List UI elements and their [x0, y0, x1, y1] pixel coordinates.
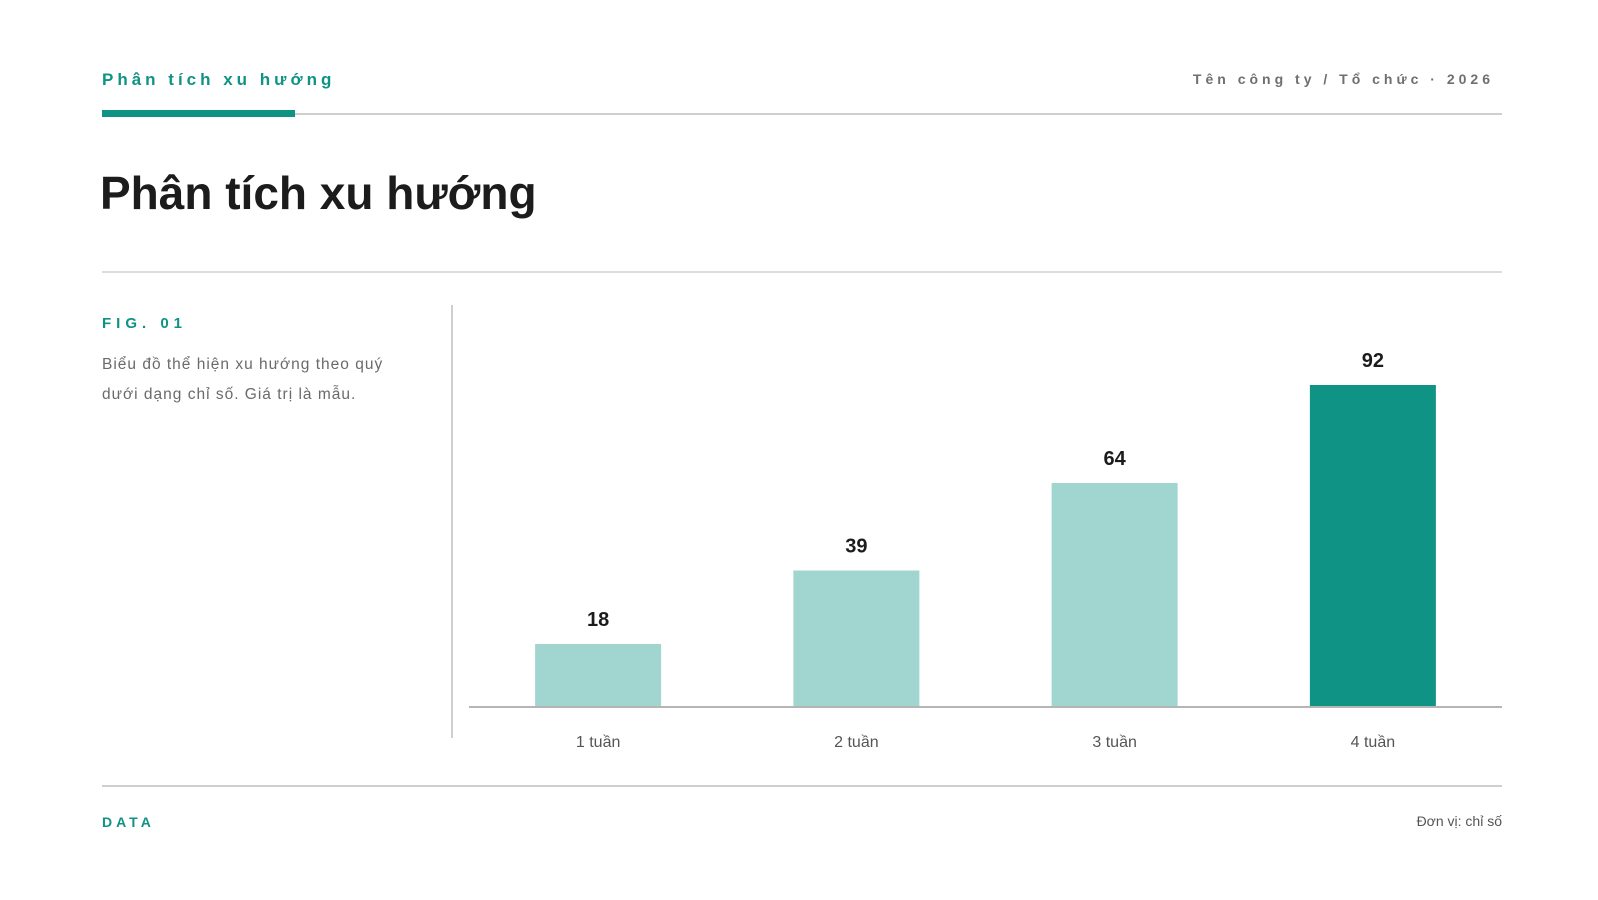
- bar-1: [535, 644, 662, 707]
- bar-2: [793, 570, 920, 707]
- data-label-3: 64: [1104, 448, 1127, 470]
- x-tick-label-3: 3 tuần: [1092, 734, 1136, 751]
- data-label-1: 18: [587, 609, 609, 631]
- footer-unit-label: Đơn vị: chỉ số: [1416, 813, 1502, 829]
- bar-4: [1309, 385, 1436, 707]
- bar-chart: 18 1 tuần 39 2 tuần 64 3 tuần 92 4 tuần: [469, 350, 1502, 751]
- footer-source-label: DATA: [102, 814, 155, 830]
- x-tick-label-1: 1 tuần: [576, 734, 620, 751]
- x-tick-label-2: 2 tuần: [834, 734, 878, 751]
- x-tick-label-4: 4 tuần: [1351, 734, 1395, 751]
- data-label-4: 92: [1362, 350, 1384, 372]
- bar-3: [1051, 483, 1178, 707]
- data-label-2: 39: [845, 536, 867, 558]
- footer-divider: [102, 785, 1502, 787]
